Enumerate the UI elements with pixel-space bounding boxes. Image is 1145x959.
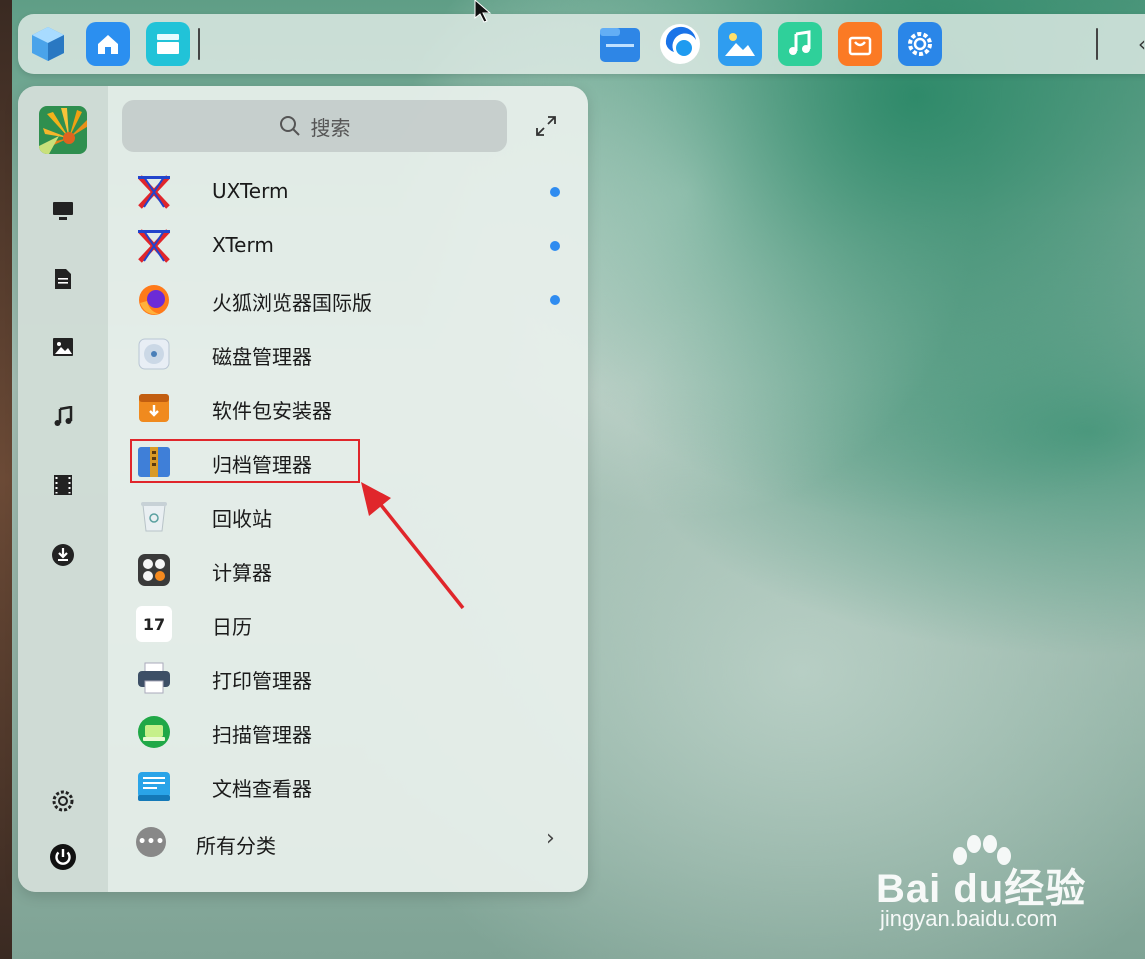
app-item-uxterm[interactable]: UXTerm	[122, 167, 562, 217]
firefox-icon	[136, 282, 172, 318]
search-placeholder: 搜索	[310, 115, 351, 140]
browser-icon[interactable]	[658, 22, 702, 66]
video-icon[interactable]	[48, 470, 78, 500]
app-label: 软件包安装器	[212, 399, 332, 423]
launcher-sidebar	[18, 86, 108, 892]
app-item-disk-manager[interactable]: 磁盘管理器	[122, 329, 562, 379]
app-label: 日历	[212, 615, 252, 639]
trash-icon	[136, 498, 172, 534]
new-app-indicator	[550, 241, 560, 251]
settings-gear-icon[interactable]	[898, 22, 942, 66]
app-item-calculator[interactable]: 计算器	[122, 545, 562, 595]
all-categories-label: 所有分类	[196, 834, 276, 858]
search-input[interactable]: 搜索	[122, 100, 507, 152]
settings-icon[interactable]	[48, 786, 78, 816]
disk-manager-icon	[136, 336, 172, 372]
fullscreen-expand-icon[interactable]	[534, 114, 558, 138]
new-app-indicator	[550, 187, 560, 197]
calendar-day: 17	[142, 614, 166, 634]
music-icon[interactable]	[778, 22, 822, 66]
more-dots-icon: •••	[136, 827, 166, 857]
launcher-window: 搜索 UXTerm XTerm 火狐浏览器国际版 磁盘管理器 软件包安装器 归档…	[18, 86, 588, 892]
app-store-icon[interactable]	[838, 22, 882, 66]
dock-separator	[198, 28, 200, 60]
app-item-firefox[interactable]: 火狐浏览器国际版	[122, 275, 562, 325]
multitask-view-icon[interactable]	[146, 22, 190, 66]
file-manager-icon[interactable]	[598, 22, 642, 66]
app-label: 回收站	[212, 507, 272, 531]
search-icon	[279, 116, 300, 136]
music-note-icon[interactable]	[48, 402, 78, 432]
image-viewer-icon[interactable]	[718, 22, 762, 66]
new-app-indicator	[550, 295, 560, 305]
app-item-scanner[interactable]: 扫描管理器	[122, 707, 562, 757]
app-item-xterm[interactable]: XTerm	[122, 221, 562, 271]
picture-icon[interactable]	[48, 332, 78, 362]
uxterm-icon	[136, 174, 172, 210]
app-label: 磁盘管理器	[212, 345, 312, 369]
download-icon[interactable]	[48, 540, 78, 570]
app-label: 火狐浏览器国际版	[212, 291, 372, 315]
baidu-watermark: Bai du经验 jingyan.baidu.com	[876, 834, 1136, 944]
app-item-printer[interactable]: 打印管理器	[122, 653, 562, 703]
app-item-trash[interactable]: 回收站	[122, 491, 562, 541]
app-item-package-installer[interactable]: 软件包安装器	[122, 383, 562, 433]
app-label: UXTerm	[212, 179, 289, 203]
all-categories-button[interactable]: ••• 所有分类 ›	[122, 822, 562, 864]
highlight-box	[130, 439, 360, 483]
app-label: 计算器	[212, 561, 272, 585]
app-item-document-viewer[interactable]: 文档查看器	[122, 761, 562, 811]
calendar-icon: 17	[136, 606, 172, 642]
launcher-cube-icon[interactable]	[26, 22, 70, 66]
app-label: XTerm	[212, 233, 274, 257]
background-window-edge	[0, 0, 12, 959]
avatar[interactable]	[39, 106, 87, 154]
xterm-icon	[136, 228, 172, 264]
dock: ‹	[18, 14, 1145, 74]
watermark-url: jingyan.baidu.com	[880, 906, 1058, 931]
printer-icon	[136, 660, 172, 696]
document-viewer-icon	[136, 768, 172, 804]
package-installer-icon	[136, 390, 172, 426]
app-label: 文档查看器	[212, 777, 312, 801]
app-label: 打印管理器	[212, 669, 312, 693]
chevron-right-icon: ›	[546, 826, 555, 851]
calculator-icon	[136, 552, 172, 588]
document-icon[interactable]	[48, 264, 78, 294]
dock-separator-right	[1096, 28, 1098, 60]
scanner-icon	[136, 714, 172, 750]
home-icon[interactable]	[86, 22, 130, 66]
mouse-cursor-icon	[474, 0, 492, 23]
power-icon[interactable]	[48, 842, 78, 872]
app-item-calendar[interactable]: 17 日历	[122, 599, 562, 649]
app-label: 扫描管理器	[212, 723, 312, 747]
computer-icon[interactable]	[48, 196, 78, 226]
dock-collapse-arrow[interactable]: ‹	[1138, 32, 1145, 56]
annotation-arrow-icon	[361, 482, 465, 610]
